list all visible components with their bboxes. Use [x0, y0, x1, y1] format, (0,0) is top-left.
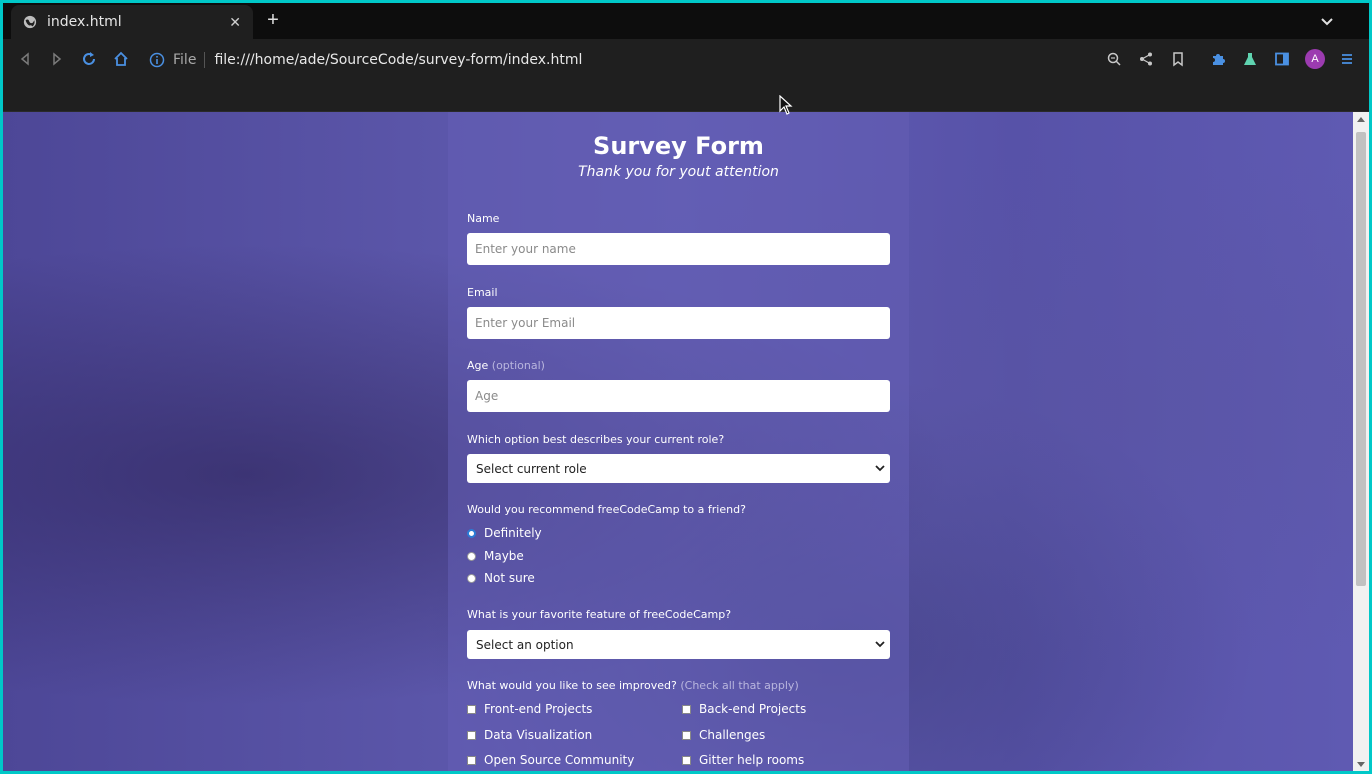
share-icon[interactable] [1136, 49, 1156, 69]
improve-question: What would you like to see improved? (Ch… [467, 679, 799, 692]
role-select[interactable]: Select current role [467, 454, 890, 483]
labs-flask-icon[interactable] [1240, 49, 1260, 69]
profile-avatar[interactable]: A [1305, 49, 1325, 69]
improve-hint: (Check all that apply) [680, 679, 799, 692]
bookmark-bar [3, 79, 1369, 112]
url-text[interactable]: file:///home/ade/SourceCode/survey-form/… [214, 52, 582, 68]
checkbox-gitter[interactable]: Gitter help rooms [682, 753, 804, 767]
side-panel-icon[interactable] [1272, 49, 1292, 69]
email-label: Email [467, 286, 498, 299]
radio-button[interactable] [467, 573, 476, 583]
forward-arrow-icon[interactable] [47, 49, 67, 69]
checkbox-label: Gitter help rooms [699, 753, 805, 767]
reload-icon[interactable] [79, 49, 99, 69]
improve-question-text: What would you like to see improved? [467, 679, 677, 692]
feature-select[interactable]: Select an option [467, 630, 890, 659]
close-tab-icon[interactable]: ✕ [229, 14, 241, 31]
bookmark-icon[interactable] [1168, 49, 1188, 69]
page-background: Survey Form Thank you for yout attention… [3, 112, 1353, 771]
scroll-down-arrow-icon[interactable] [1357, 762, 1365, 767]
checkbox-label: Data Visualization [484, 728, 593, 742]
checkbox[interactable] [467, 704, 476, 714]
radio-button-checked[interactable] [467, 528, 476, 538]
scheme-label: File [173, 52, 197, 68]
checkbox-back-end[interactable]: Back-end Projects [682, 702, 806, 716]
survey-form: Survey Form Thank you for yout attention… [448, 112, 909, 771]
feature-select-value: Select an option [476, 637, 574, 652]
chevron-down-icon [875, 641, 885, 648]
tab-title: index.html [47, 14, 122, 30]
radio-not-sure[interactable]: Not sure [467, 571, 535, 585]
checkbox-data-visualization[interactable]: Data Visualization [467, 728, 592, 742]
radio-label: Definitely [484, 526, 542, 540]
chevron-down-icon[interactable] [1319, 13, 1335, 29]
age-optional-hint: (optional) [491, 359, 545, 372]
name-input[interactable] [467, 233, 890, 265]
role-select-value: Select current role [476, 461, 587, 476]
address-divider [204, 52, 206, 68]
radio-button[interactable] [467, 551, 476, 561]
checkbox-label: Back-end Projects [699, 702, 807, 716]
scroll-up-arrow-icon[interactable] [1357, 117, 1365, 122]
scrollbar-thumb[interactable] [1356, 132, 1366, 586]
back-arrow-icon[interactable] [15, 49, 35, 69]
role-question: Which option best describes your current… [467, 433, 725, 446]
checkbox-front-end[interactable]: Front-end Projects [467, 702, 592, 716]
checkbox-label: Challenges [699, 728, 766, 742]
radio-label: Not sure [484, 571, 535, 585]
chevron-down-icon [875, 465, 885, 472]
radio-label: Maybe [484, 549, 524, 563]
home-icon[interactable] [111, 49, 131, 69]
browser-toolbar: File file:///home/ade/SourceCode/survey-… [3, 39, 1369, 79]
name-label: Name [467, 212, 500, 225]
checkbox-challenges[interactable]: Challenges [682, 728, 765, 742]
email-input[interactable] [467, 307, 890, 339]
tab-index-html[interactable]: index.html ✕ [11, 5, 253, 39]
new-tab-button[interactable]: + [261, 9, 285, 32]
browser-window: index.html ✕ + File file:///home/ade/Sou… [3, 3, 1369, 771]
form-subtitle: Thank you for yout attention [578, 164, 779, 180]
checkbox[interactable] [467, 730, 476, 740]
checkbox[interactable] [467, 755, 476, 765]
radio-definitely[interactable]: Definitely [467, 526, 542, 540]
tab-strip: index.html ✕ + [3, 3, 1369, 39]
zoom-icon[interactable] [1104, 49, 1124, 69]
recommend-question: Would you recommend freeCodeCamp to a fr… [467, 503, 746, 516]
checkbox-label: Open Source Community [484, 753, 635, 767]
mouse-cursor-icon [779, 95, 793, 115]
vertical-scrollbar[interactable] [1353, 112, 1369, 771]
menu-icon[interactable] [1337, 49, 1357, 69]
address-bar[interactable]: File file:///home/ade/SourceCode/survey-… [149, 47, 582, 73]
checkbox-open-source[interactable]: Open Source Community [467, 753, 634, 767]
radio-maybe[interactable]: Maybe [467, 549, 524, 563]
age-input[interactable] [467, 380, 890, 412]
extensions-puzzle-icon[interactable] [1208, 49, 1228, 69]
info-icon[interactable] [149, 52, 165, 68]
feature-question: What is your favorite feature of freeCod… [467, 608, 732, 621]
checkbox[interactable] [682, 730, 691, 740]
globe-icon [23, 15, 37, 29]
checkbox[interactable] [682, 704, 691, 714]
age-label: Age (optional) [467, 359, 545, 372]
form-title: Survey Form [593, 132, 764, 160]
checkbox-label: Front-end Projects [484, 702, 593, 716]
checkbox[interactable] [682, 755, 691, 765]
age-label-text: Age [467, 359, 489, 372]
